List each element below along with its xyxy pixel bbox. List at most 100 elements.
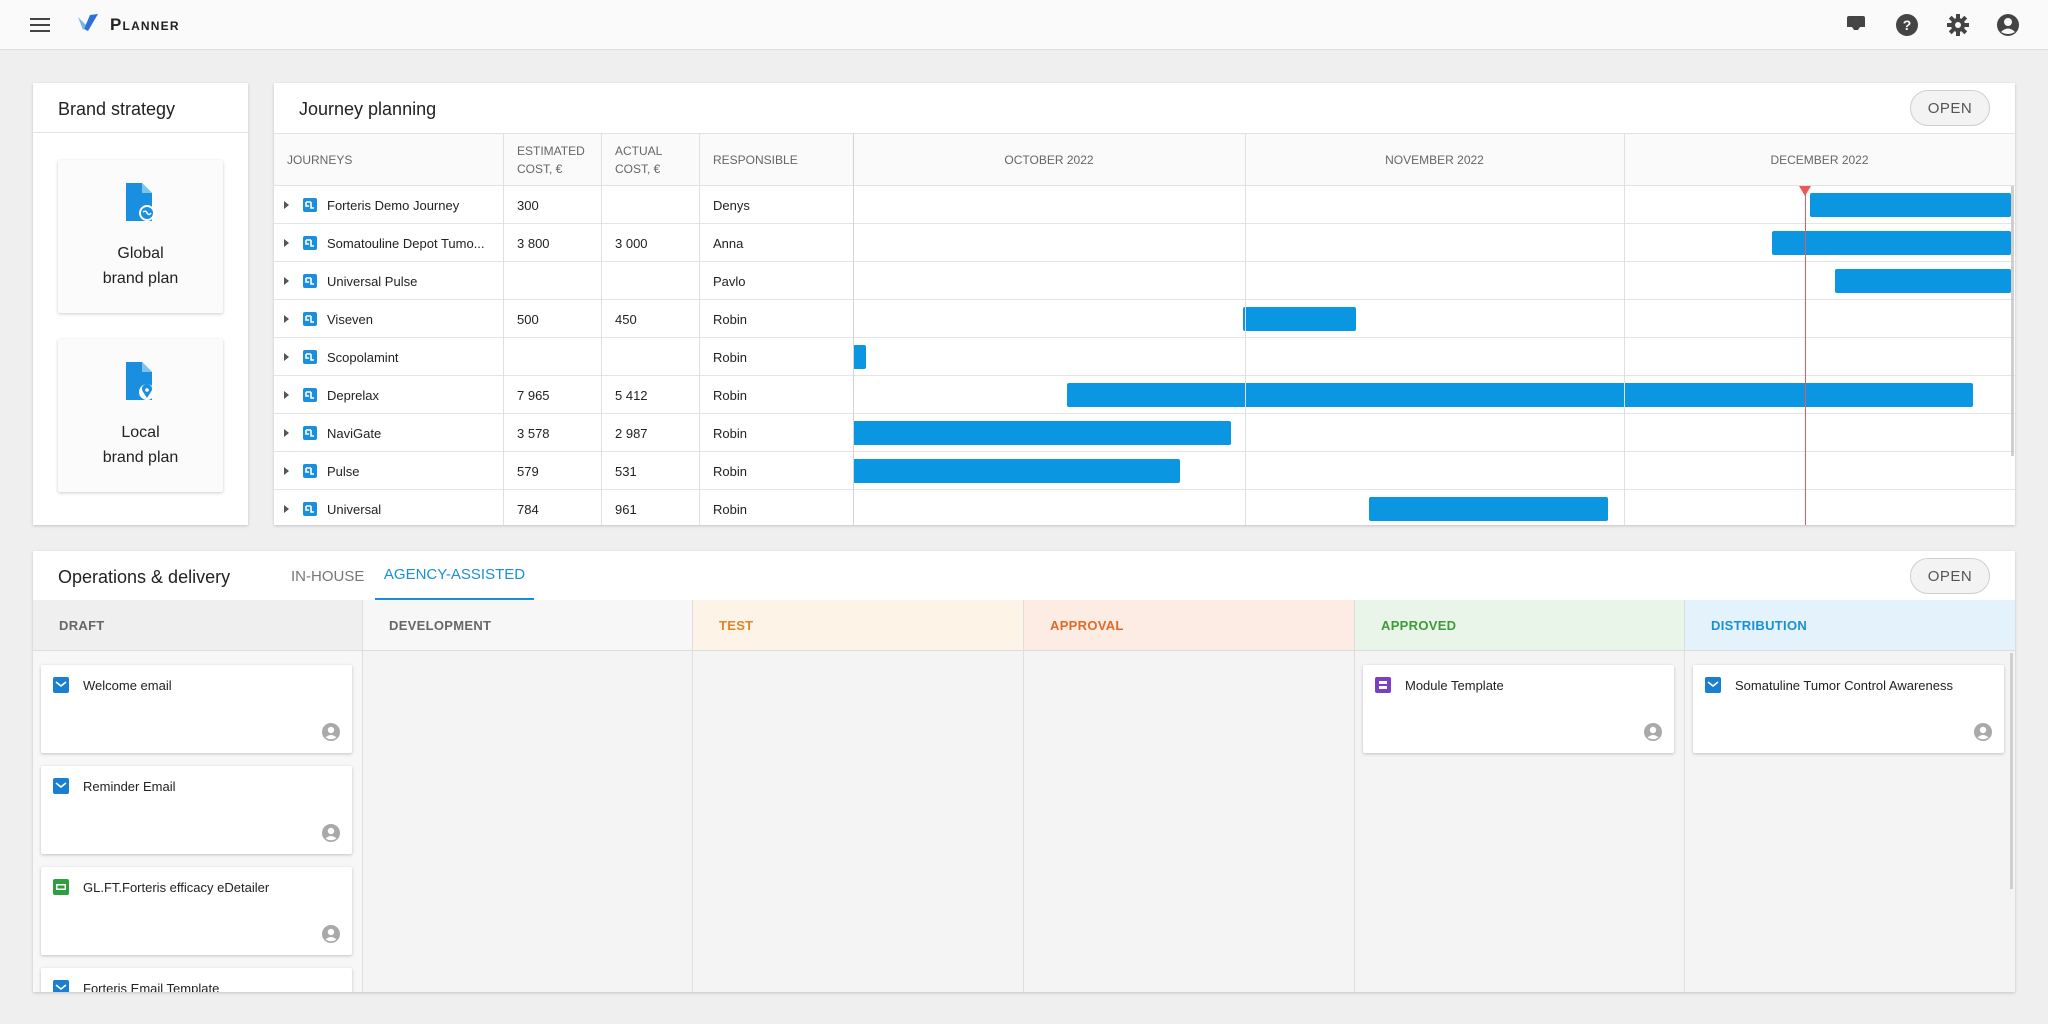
journey-planning-panel: Journey planning OPEN JOURNEYS ESTIMATED… — [274, 83, 2015, 525]
kanban-card[interactable]: Welcome email — [41, 665, 352, 753]
responsible: Robin — [713, 349, 747, 365]
journey-row[interactable]: Viseven 500 450 Robin — [274, 300, 2015, 338]
estimated-cost: 3 800 — [517, 235, 550, 251]
responsible: Pavlo — [713, 273, 746, 289]
journey-open-button[interactable]: OPEN — [1910, 90, 1990, 126]
expand-caret-icon[interactable] — [283, 314, 291, 324]
journey-row[interactable]: Universal 784 961 Robin — [274, 490, 2015, 525]
assignee-icon[interactable] — [322, 723, 340, 741]
journey-icon — [303, 464, 317, 478]
kanban-card-title: Module Template — [1405, 678, 1504, 693]
journey-icon — [303, 350, 317, 364]
kanban-card-title: Reminder Email — [83, 779, 176, 794]
journey-name: Scopolamint — [327, 349, 399, 365]
divider-december — [1624, 133, 1625, 525]
journey-name: NaviGate — [327, 425, 382, 441]
svg-text:?: ? — [1903, 17, 1912, 33]
kanban-card[interactable]: Module Template — [1363, 665, 1674, 753]
kanban-column-test: TEST — [693, 600, 1024, 992]
expand-caret-icon[interactable] — [283, 504, 291, 514]
divider-estimated — [601, 133, 602, 525]
expand-caret-icon[interactable] — [283, 466, 291, 476]
divider-responsible — [853, 133, 854, 525]
journey-name: Viseven — [327, 311, 374, 327]
responsible: Robin — [713, 425, 747, 441]
actual-cost: 450 — [615, 311, 637, 327]
col-actual-line1: ACTUAL — [615, 144, 663, 158]
gantt-bar[interactable] — [1243, 307, 1357, 331]
journey-table-header: JOURNEYS ESTIMATED COST, € ACTUAL COST, … — [274, 133, 2015, 186]
brand-plan-card-global[interactable]: Global brand plan — [58, 160, 223, 313]
actual-cost — [615, 338, 695, 376]
expand-caret-icon[interactable] — [283, 200, 291, 210]
account-icon[interactable] — [1996, 13, 2020, 37]
kanban-column-header: APPROVED — [1355, 600, 1684, 651]
help-icon[interactable]: ? — [1895, 13, 1919, 37]
gantt-bar[interactable] — [1834, 269, 2011, 293]
assignee-icon[interactable] — [322, 824, 340, 842]
gantt-bar[interactable] — [1771, 231, 2011, 255]
kanban-column-draft: DRAFT Welcome email Reminder Email GL.FT.Fo… — [33, 600, 363, 992]
journey-row[interactable]: Somatouline Depot Tumo... 3 800 3 000 Anna — [274, 224, 2015, 262]
gantt-bar[interactable] — [1369, 497, 1609, 521]
journey-row[interactable]: NaviGate 3 578 2 987 Robin — [274, 414, 2015, 452]
actual-cost: 961 — [615, 501, 637, 517]
actual-cost — [615, 186, 695, 224]
journey-icon — [303, 198, 317, 212]
month-november: NOVEMBER 2022 — [1385, 153, 1484, 167]
divider-november — [1245, 133, 1246, 525]
gantt-bar[interactable] — [1066, 383, 1974, 407]
kanban-column-approved: APPROVED Module Template — [1355, 600, 1685, 992]
today-marker — [1799, 186, 1811, 196]
gantt-bar[interactable] — [853, 345, 866, 369]
inbox-icon[interactable] — [1845, 14, 1867, 36]
kanban-column-header: APPROVAL — [1024, 600, 1354, 651]
planner-logo-icon — [76, 13, 100, 33]
today-line — [1805, 186, 1806, 525]
col-actual-cost[interactable]: ACTUAL COST, € — [615, 142, 662, 178]
assignee-icon[interactable] — [1974, 723, 1992, 741]
brand-plan-card-local[interactable]: Local brand plan — [58, 339, 223, 492]
kanban-scrollbar[interactable] — [2010, 653, 2013, 889]
gantt-bar[interactable] — [853, 421, 1231, 445]
settings-icon[interactable] — [1946, 13, 1970, 37]
journey-row[interactable]: Scopolamint Robin — [274, 338, 2015, 376]
kanban-card[interactable]: GL.FT.Forteris efficacy eDetailer — [41, 867, 352, 955]
col-journeys[interactable]: JOURNEYS — [287, 151, 352, 169]
expand-caret-icon[interactable] — [283, 238, 291, 248]
kanban-card-title: Forteris Email Template — [83, 981, 220, 992]
estimated-cost — [517, 262, 597, 300]
kanban-card[interactable]: Somatuline Tumor Control Awareness — [1693, 665, 2004, 753]
journey-icon — [303, 312, 317, 326]
journey-icon — [303, 502, 317, 516]
col-actual-line2: COST, € — [615, 162, 661, 176]
kanban-card[interactable]: Reminder Email — [41, 766, 352, 854]
gantt-bar[interactable] — [853, 459, 1181, 483]
journey-row[interactable]: Pulse 579 531 Robin — [274, 452, 2015, 490]
estimated-cost: 7 965 — [517, 387, 550, 403]
col-estimated-cost[interactable]: ESTIMATED COST, € — [517, 142, 585, 178]
kanban-card[interactable]: Forteris Email Template — [41, 968, 352, 992]
journey-row[interactable]: Universal Pulse Pavlo — [274, 262, 2015, 300]
gantt-bar[interactable] — [1809, 193, 2011, 217]
responsible: Robin — [713, 501, 747, 517]
assignee-icon[interactable] — [322, 925, 340, 943]
timeline-scrollbar[interactable] — [2011, 186, 2014, 456]
menu-icon[interactable] — [29, 16, 51, 34]
expand-caret-icon[interactable] — [283, 276, 291, 286]
journey-icon — [303, 274, 317, 288]
expand-caret-icon[interactable] — [283, 428, 291, 438]
col-responsible[interactable]: RESPONSIBLE — [713, 151, 798, 169]
expand-caret-icon[interactable] — [283, 352, 291, 362]
journey-row[interactable]: Forteris Demo Journey 300 Denys — [274, 186, 2015, 224]
assignee-icon[interactable] — [1644, 723, 1662, 741]
estimated-cost: 300 — [517, 197, 539, 213]
app-title: Planner — [110, 15, 180, 34]
expand-caret-icon[interactable] — [283, 390, 291, 400]
journey-row[interactable]: Deprelax 7 965 5 412 Robin — [274, 376, 2015, 414]
estimated-cost: 784 — [517, 501, 539, 517]
edetailer-icon — [53, 879, 69, 895]
document-pin-icon — [122, 362, 158, 402]
actual-cost: 3 000 — [615, 235, 648, 251]
journey-name: Universal — [327, 501, 382, 517]
